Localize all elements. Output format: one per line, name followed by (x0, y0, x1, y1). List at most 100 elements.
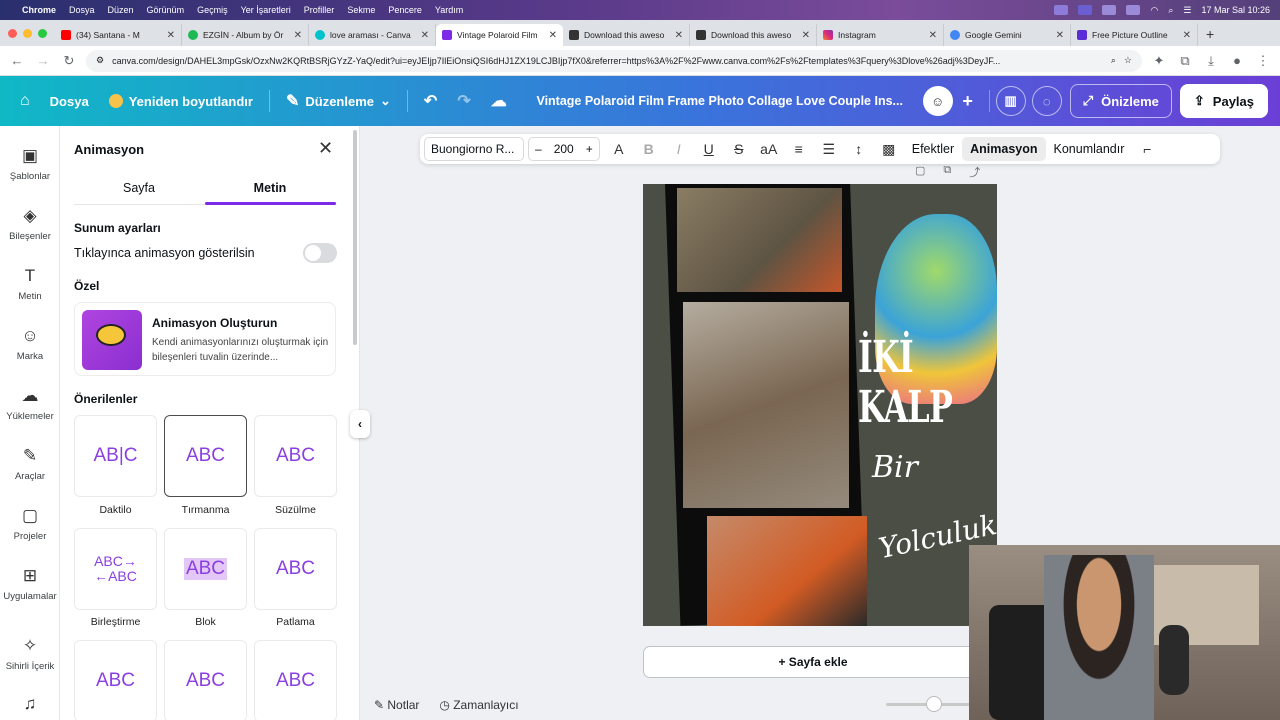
profile-avatar-icon[interactable]: ● (1228, 53, 1246, 68)
cloud-saved-icon[interactable]: ☁ (481, 91, 517, 111)
timer-button[interactable]: ◷ Zamanlayıcı (439, 698, 518, 712)
redo-icon[interactable]: ↷ (447, 91, 480, 111)
create-animation-card[interactable]: Animasyon Oluşturun Kendi animasyonların… (74, 302, 336, 376)
back-arrow-icon[interactable]: ← (8, 53, 26, 68)
tab-text[interactable]: Metin (205, 181, 335, 195)
chrome-menu-icon[interactable]: ⋮ (1254, 53, 1272, 69)
effects-button[interactable]: Efektler (904, 142, 962, 156)
undo-icon[interactable]: ↶ (414, 91, 447, 111)
animation-tile[interactable]: ABC (164, 640, 247, 720)
rail-brand[interactable]: ☺ Marka (0, 326, 60, 362)
menu-help[interactable]: Yardım (435, 5, 463, 15)
animation-tile-drift[interactable]: ABC (254, 415, 337, 497)
close-tab-icon[interactable]: ✕ (549, 30, 557, 41)
document-title[interactable]: Vintage Polaroid Film Frame Photo Collag… (517, 94, 923, 108)
close-tab-icon[interactable]: ✕ (802, 30, 810, 41)
script-text-1[interactable]: Bir (872, 450, 918, 485)
browser-tab[interactable]: Google Gemini ✕ (944, 24, 1071, 46)
close-tab-icon[interactable]: ✕ (1183, 30, 1191, 41)
lock-page-icon[interactable]: ▢ (915, 164, 925, 180)
menu-edit[interactable]: Düzen (108, 5, 134, 15)
preview-button[interactable]: ⤢ Önizleme (1069, 84, 1172, 118)
paint-format-icon[interactable]: ⌐ (1132, 141, 1162, 157)
menu-window[interactable]: Pencere (388, 5, 422, 15)
extension-icon[interactable]: ✦ (1150, 53, 1168, 69)
battery-icon[interactable] (1126, 5, 1141, 15)
new-tab-icon[interactable]: + (1198, 26, 1222, 46)
menu-history[interactable]: Geçmiş (197, 5, 228, 15)
letter-case-icon[interactable]: aA (754, 141, 784, 157)
decrease-size-button[interactable]: – (535, 142, 542, 156)
bold-icon[interactable]: B (634, 141, 664, 157)
home-icon[interactable]: ⌂ (0, 92, 40, 110)
share-button[interactable]: ⇪ Paylaş (1179, 84, 1268, 118)
download-icon[interactable]: ⤓ (1202, 53, 1220, 69)
tab-page[interactable]: Sayfa (74, 181, 204, 195)
position-button[interactable]: Konumlandır (1046, 142, 1133, 156)
italic-icon[interactable]: I (664, 141, 694, 157)
browser-tab[interactable]: Download this aweso ✕ (690, 24, 817, 46)
monkey-photo-2[interactable] (683, 302, 849, 508)
rail-elements[interactable]: ◈ Bileşenler (0, 206, 60, 242)
control-center-icon[interactable]: ☰ (1183, 5, 1191, 16)
animation-button[interactable]: Animasyon (962, 137, 1046, 161)
close-tab-icon[interactable]: ✕ (294, 30, 302, 41)
animation-tile-merge[interactable]: ABC→ ←ABC (74, 528, 157, 610)
url-text[interactable]: canva.com/design/DAHEL3mpGsk/OzxNw2KQRtB… (112, 56, 1103, 66)
edit-mode-button[interactable]: ✎ Düzenleme ⌄ (276, 91, 401, 111)
notes-button[interactable]: ✎ Notlar (374, 698, 419, 712)
media-icon[interactable] (1102, 5, 1117, 15)
animation-tile-typewriter[interactable]: AB|C (74, 415, 157, 497)
animation-tile[interactable]: ABC (254, 640, 337, 720)
increase-size-button[interactable]: + (586, 142, 593, 156)
animation-tile-burst[interactable]: ABC (254, 528, 337, 610)
list-icon[interactable]: ☰ (814, 141, 844, 158)
animation-tile[interactable]: ABC (74, 640, 157, 720)
align-center-icon[interactable]: ≡ (784, 141, 814, 157)
panel-scrollbar[interactable] (353, 130, 357, 345)
comments-icon[interactable]: ◌ (1031, 86, 1062, 116)
rail-tools[interactable]: ✎ Araçlar (0, 446, 60, 482)
zoom-window-button[interactable] (38, 28, 47, 38)
rail-magic[interactable]: ✧ Sihirli İçerik (0, 636, 60, 672)
close-tab-icon[interactable]: ✕ (167, 30, 175, 41)
menu-bookmarks[interactable]: Yer İşaretleri (241, 5, 291, 15)
browser-tab-active[interactable]: Vintage Polaroid Film ✕ (436, 24, 563, 46)
spacing-icon[interactable]: ↕ (844, 141, 874, 157)
menu-tab[interactable]: Sekme (347, 5, 375, 15)
transparency-icon[interactable]: ▩ (874, 141, 904, 158)
browser-tab[interactable]: Instagram ✕ (817, 24, 944, 46)
forward-arrow-icon[interactable]: → (34, 53, 52, 68)
close-tab-icon[interactable]: ✕ (421, 30, 429, 41)
site-info-icon[interactable]: ⚙ (96, 55, 104, 66)
zoom-slider-handle[interactable] (926, 696, 942, 712)
font-size-input[interactable]: 200 (554, 142, 574, 156)
monkey-photo-3[interactable] (707, 516, 867, 626)
rail-apps[interactable]: ⊞ Uygulamalar (0, 566, 60, 602)
add-page-button[interactable]: + Sayfa ekle (643, 646, 983, 678)
rail-projects[interactable]: ▢ Projeler (0, 506, 60, 542)
status-app-icon[interactable] (1054, 5, 1069, 15)
extensions-puzzle-icon[interactable]: ⧉ (1176, 53, 1194, 69)
animation-tile-block[interactable]: ABC (164, 528, 247, 610)
menu-file[interactable]: Dosya (69, 5, 95, 15)
wifi-icon[interactable]: ◠ (1150, 5, 1158, 16)
bookmark-star-icon[interactable]: ☆ (1124, 55, 1132, 66)
rail-uploads[interactable]: ☁ Yüklemeler (0, 386, 60, 422)
rail-text[interactable]: T Metin (0, 266, 60, 302)
reload-icon[interactable]: ↻ (60, 53, 78, 69)
headline-line-1[interactable]: İKİ (858, 333, 959, 383)
screen-record-icon[interactable] (1078, 5, 1093, 15)
clock[interactable]: 17 Mar Sal 10:26 (1201, 5, 1270, 15)
browser-tab[interactable]: EZGİN - Album by Ör ✕ (182, 24, 309, 46)
collaborator-avatar[interactable]: ☺ (922, 86, 953, 116)
font-family-select[interactable]: Buongiorno R... (424, 137, 524, 161)
close-icon[interactable]: ✕ (318, 138, 333, 159)
close-tab-icon[interactable]: ✕ (675, 30, 683, 41)
font-size-control[interactable]: – 200 + (528, 137, 600, 161)
animation-tile-rise[interactable]: ABC (164, 415, 247, 497)
close-tab-icon[interactable]: ✕ (929, 30, 937, 41)
minimize-window-button[interactable] (23, 28, 32, 38)
browser-tab[interactable]: love araması - Canva ✕ (309, 24, 436, 46)
click-animation-toggle[interactable] (303, 243, 337, 263)
